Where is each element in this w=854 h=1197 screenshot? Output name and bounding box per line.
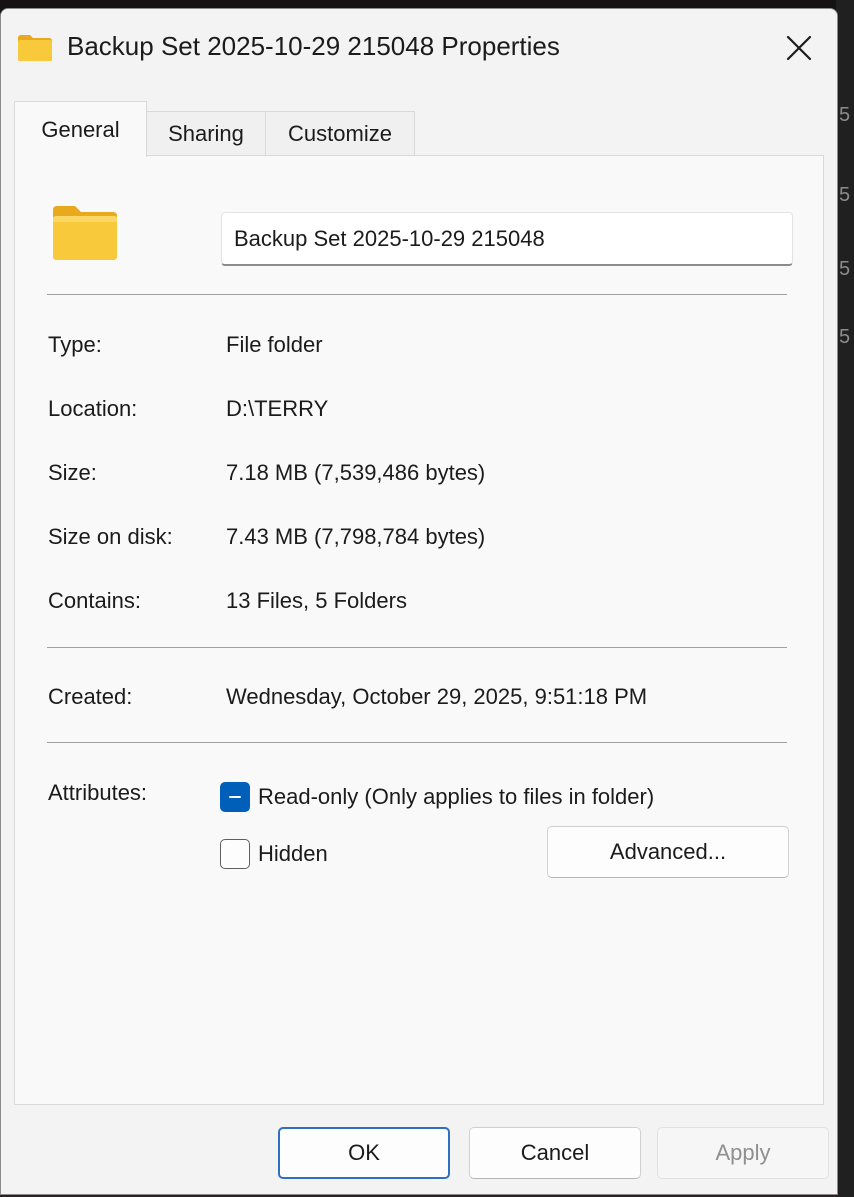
size-on-disk-value: 7.43 MB (7,798,784 bytes) <box>226 524 486 549</box>
background-glyph: 5 <box>839 258 851 280</box>
size-label: Size: <box>48 460 97 485</box>
folder-name-input[interactable] <box>221 212 793 266</box>
location-value: D:\TERRY <box>226 396 329 421</box>
ok-button[interactable]: OK <box>278 1127 450 1179</box>
general-panel: Type: File folder Location: D:\TERRY Siz… <box>14 155 824 1105</box>
background-glyph: 5 <box>839 184 851 206</box>
created-value: Wednesday, October 29, 2025, 9:51:18 PM <box>226 684 648 709</box>
tab-sharing[interactable]: Sharing <box>146 111 266 155</box>
window-title: Backup Set 2025-10-29 215048 Properties <box>67 31 560 61</box>
divider <box>47 294 787 295</box>
apply-button: Apply <box>657 1127 829 1179</box>
created-label: Created: <box>48 684 133 709</box>
title-bar[interactable]: Backup Set 2025-10-29 215048 Properties <box>1 9 837 87</box>
size-on-disk-label: Size on disk: <box>48 524 173 549</box>
properties-dialog: Backup Set 2025-10-29 215048 Properties … <box>0 8 838 1195</box>
advanced-button[interactable]: Advanced... <box>547 826 789 878</box>
contains-value: 13 Files, 5 Folders <box>226 588 407 613</box>
background-window-edge <box>836 0 854 1197</box>
hidden-label[interactable]: Hidden <box>258 841 328 867</box>
divider <box>47 742 787 743</box>
cancel-button[interactable]: Cancel <box>469 1127 641 1179</box>
location-label: Location: <box>48 396 138 421</box>
folder-icon <box>18 35 52 61</box>
contains-label: Contains: <box>48 588 141 613</box>
close-icon <box>786 35 812 61</box>
read-only-checkbox[interactable] <box>220 782 250 812</box>
background-glyph: 5 <box>839 104 851 126</box>
type-label: Type: <box>48 332 102 357</box>
background-glyph: 5 <box>839 326 851 348</box>
attributes-label: Attributes: <box>48 780 148 805</box>
size-value: 7.18 MB (7,539,486 bytes) <box>226 460 486 485</box>
hidden-checkbox[interactable] <box>220 839 250 869</box>
folder-icon <box>53 206 117 260</box>
divider <box>47 647 787 648</box>
read-only-label[interactable]: Read-only (Only applies to files in fold… <box>258 784 654 810</box>
tab-general[interactable]: General <box>14 101 147 157</box>
type-value: File folder <box>226 332 323 357</box>
close-button[interactable] <box>767 23 831 73</box>
tab-customize[interactable]: Customize <box>265 111 415 155</box>
